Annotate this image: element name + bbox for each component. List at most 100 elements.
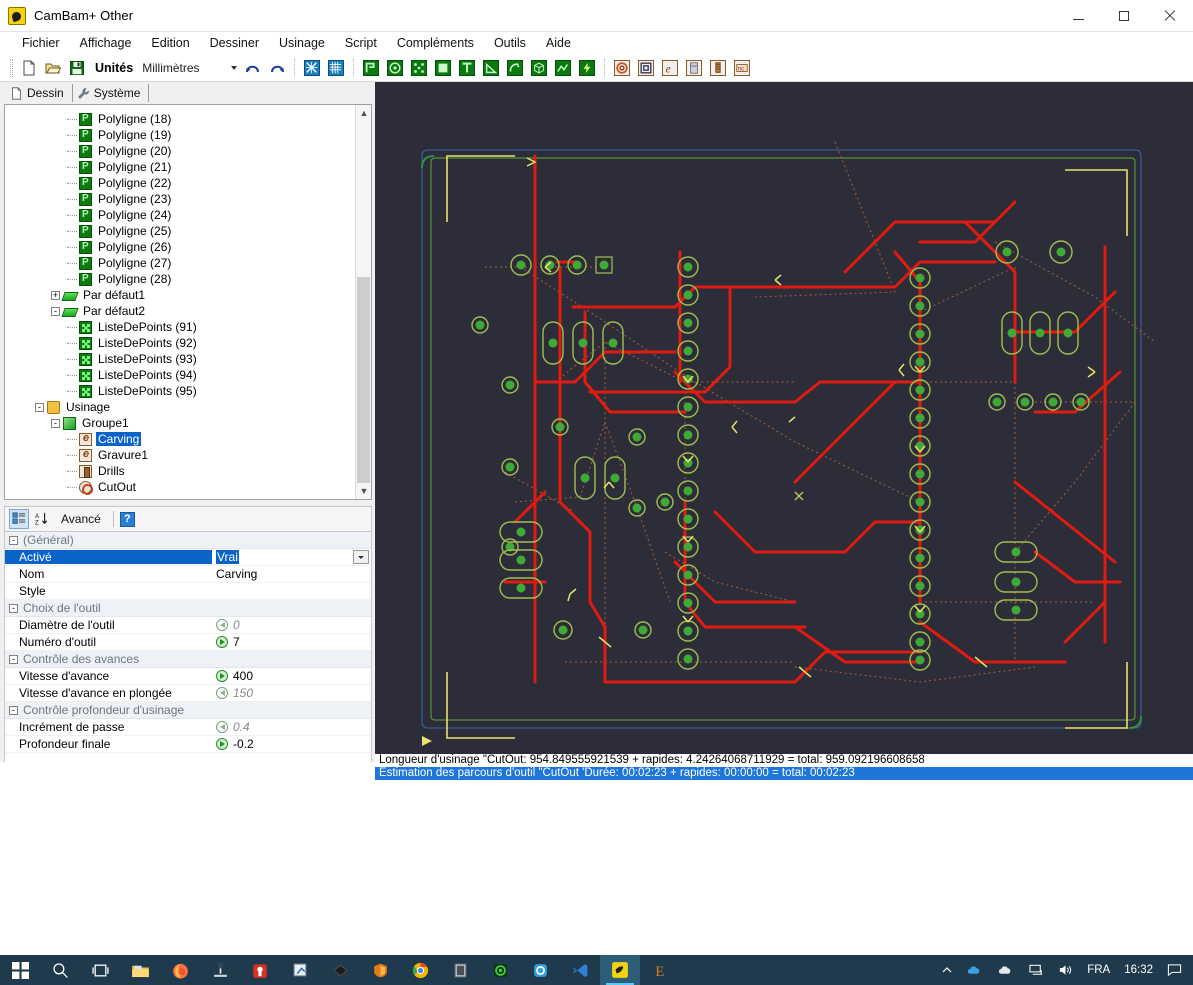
property-row[interactable]: Diamètre de l'outil0 — [5, 617, 371, 634]
tree-node[interactable]: ListeDePoints (93) — [5, 351, 355, 367]
draw-bolt-button[interactable] — [576, 57, 598, 79]
draw-polyline-button[interactable] — [360, 57, 382, 79]
draw-circle-button[interactable] — [384, 57, 406, 79]
inherited-override-icon[interactable] — [216, 670, 228, 682]
inherited-override-icon[interactable] — [216, 636, 228, 648]
tree-node[interactable]: -Groupe1 — [5, 415, 355, 431]
property-category[interactable]: -Contrôle profondeur d'usinage — [5, 702, 371, 719]
property-value-cell[interactable]: 400 — [212, 669, 371, 683]
draw-rectangle-button[interactable] — [432, 57, 454, 79]
menu-item-affichage[interactable]: Affichage — [70, 34, 142, 52]
tree-node[interactable]: Carving — [5, 431, 355, 447]
undo-button[interactable] — [242, 57, 264, 79]
draw-mesh-button[interactable] — [552, 57, 574, 79]
reader-app[interactable] — [440, 955, 480, 985]
tree-node[interactable]: Gravure1 — [5, 447, 355, 463]
save-file-button[interactable] — [66, 57, 88, 79]
cnc-app[interactable] — [200, 955, 240, 985]
collapse-icon[interactable]: - — [9, 536, 18, 545]
tree-scrollbar[interactable]: ▲ ▼ — [355, 105, 371, 499]
tab-dessin[interactable]: Dessin — [6, 84, 73, 102]
shield-app[interactable] — [360, 955, 400, 985]
chrome[interactable] — [400, 955, 440, 985]
inherited-default-icon[interactable] — [216, 687, 228, 699]
tree-node[interactable]: Polyligne (19) — [5, 127, 355, 143]
collapse-icon[interactable]: - — [9, 655, 18, 664]
dark-app[interactable] — [320, 955, 360, 985]
property-value-cell[interactable]: 7 — [212, 635, 371, 649]
paint-app[interactable] — [280, 955, 320, 985]
tree-node[interactable]: ListeDePoints (91) — [5, 319, 355, 335]
profile-button[interactable] — [683, 57, 705, 79]
tree-node[interactable]: Polyligne (27) — [5, 255, 355, 271]
property-row[interactable]: Numéro d'outil7 — [5, 634, 371, 651]
start-button[interactable] — [0, 955, 40, 985]
nc-file-button[interactable]: nc — [731, 57, 753, 79]
menu-item-aide[interactable]: Aide — [536, 34, 581, 52]
task-view-button[interactable] — [80, 955, 120, 985]
property-category[interactable]: -Contrôle des avances — [5, 651, 371, 668]
property-category[interactable]: -(Général) — [5, 532, 371, 549]
scroll-down-icon[interactable]: ▼ — [356, 483, 372, 499]
green-app[interactable] — [480, 955, 520, 985]
menu-item-dessiner[interactable]: Dessiner — [200, 34, 269, 52]
vs-code[interactable] — [560, 955, 600, 985]
tab-systme[interactable]: Système — [73, 84, 150, 102]
property-value-cell[interactable]: 0 — [212, 618, 371, 632]
menu-item-script[interactable]: Script — [335, 34, 387, 52]
draw-3d-box-button[interactable] — [528, 57, 550, 79]
network-button[interactable] — [1022, 955, 1051, 985]
language-indicator[interactable]: FRA — [1080, 955, 1117, 985]
inherited-default-icon[interactable] — [216, 721, 228, 733]
snap-grid-button[interactable] — [301, 57, 323, 79]
tree-node[interactable]: Polyligne (18) — [5, 111, 355, 127]
menu-item-edition[interactable]: Edition — [141, 34, 199, 52]
close-button[interactable] — [1147, 0, 1193, 32]
tree-node[interactable]: ListeDePoints (94) — [5, 367, 355, 383]
help-button[interactable]: ? — [120, 512, 135, 527]
property-value-cell[interactable]: 150 — [212, 686, 371, 700]
property-dropdown-button[interactable] — [353, 550, 369, 564]
menu-item-usinage[interactable]: Usinage — [269, 34, 335, 52]
collapse-icon[interactable]: - — [51, 419, 60, 428]
firefox[interactable] — [160, 955, 200, 985]
cloud-button[interactable] — [991, 955, 1022, 985]
scrollbar-thumb[interactable] — [357, 277, 370, 489]
scroll-up-icon[interactable]: ▲ — [356, 105, 372, 121]
sort-alphabetic-button[interactable]: A Z — [32, 509, 52, 529]
engrave-button[interactable]: e — [659, 57, 681, 79]
draw-surface-button[interactable] — [480, 57, 502, 79]
tree-node[interactable]: Polyligne (23) — [5, 191, 355, 207]
editor-app[interactable]: E — [640, 955, 680, 985]
property-row[interactable]: Vitesse d'avance400 — [5, 668, 371, 685]
advanced-label[interactable]: Avancé — [55, 512, 107, 526]
drill-button[interactable] — [707, 57, 729, 79]
tree-node[interactable]: Polyligne (24) — [5, 207, 355, 223]
property-row[interactable]: Vitesse d'avance en plongée150 — [5, 685, 371, 702]
show-hidden-icons-button[interactable] — [934, 955, 960, 985]
tree-node[interactable]: ListeDePoints (92) — [5, 335, 355, 351]
tree-node[interactable]: Polyligne (22) — [5, 175, 355, 191]
menu-item-complments[interactable]: Compléments — [387, 34, 484, 52]
property-category[interactable]: -Choix de l'outil — [5, 600, 371, 617]
menu-item-fichier[interactable]: Fichier — [12, 34, 70, 52]
property-value-cell[interactable]: 0.4 — [212, 720, 371, 734]
tree-node[interactable]: -Par défaut2 — [5, 303, 355, 319]
draw-point-list-button[interactable] — [408, 57, 430, 79]
tree-node[interactable]: Polyligne (25) — [5, 223, 355, 239]
cambam-app[interactable] — [600, 955, 640, 985]
property-value-cell[interactable]: -0.2 — [212, 737, 371, 751]
collapse-icon[interactable]: - — [9, 706, 18, 715]
collapse-icon[interactable]: - — [9, 604, 18, 613]
search-button[interactable] — [40, 955, 80, 985]
tree-node[interactable]: Polyligne (28) — [5, 271, 355, 287]
menu-item-outils[interactable]: Outils — [484, 34, 536, 52]
onedrive-button[interactable] — [960, 955, 991, 985]
property-grid[interactable]: -(Général)ActivéVraiNomCarvingStyle-Choi… — [4, 532, 372, 762]
draw-arc-button[interactable] — [504, 57, 526, 79]
chevron-down-icon[interactable] — [227, 59, 241, 77]
red-app[interactable] — [240, 955, 280, 985]
tree-node[interactable]: Polyligne (20) — [5, 143, 355, 159]
property-row[interactable]: ActivéVrai — [5, 549, 371, 566]
draw-text-button[interactable] — [456, 57, 478, 79]
